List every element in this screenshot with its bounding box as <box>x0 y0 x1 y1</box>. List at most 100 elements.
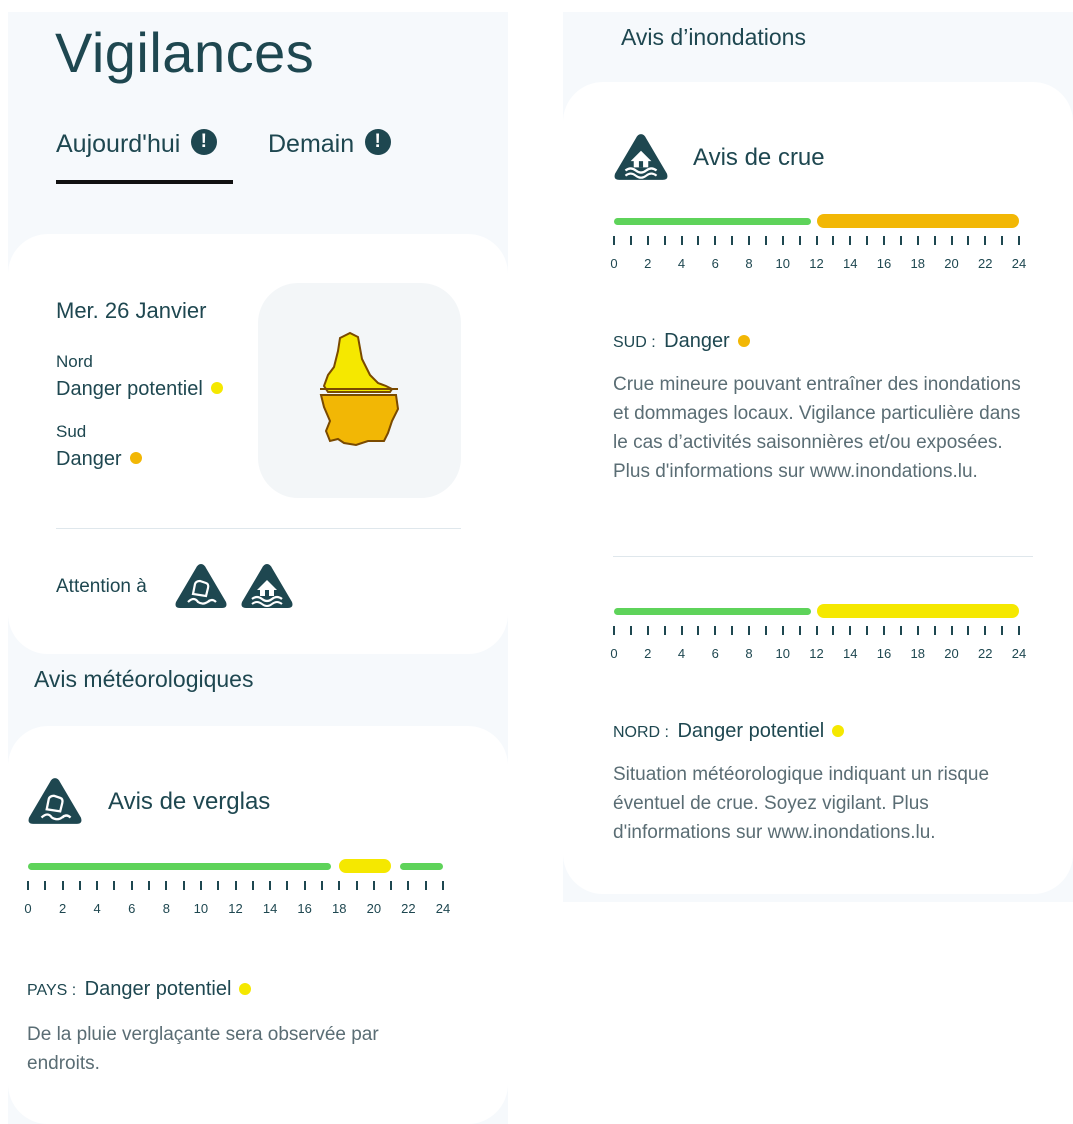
timeline-tick-label: 14 <box>843 256 858 271</box>
timeline-tick <box>96 881 99 890</box>
ice-region-label: PAYS : <box>27 982 77 999</box>
timeline-tick <box>697 626 700 635</box>
timeline-tick <box>130 881 133 890</box>
timeline-tick-label: 6 <box>711 646 719 661</box>
timeline-tick <box>629 236 632 245</box>
timeline-tick <box>613 236 615 245</box>
level-dot-north <box>210 381 223 394</box>
timeline-tick-label: 4 <box>677 256 686 271</box>
timeline-tick <box>748 626 750 635</box>
timeline-tick-label: 12 <box>809 256 824 271</box>
timeline-tick-label: 2 <box>644 256 652 271</box>
timeline-tick <box>442 881 444 890</box>
flood-south-level-row: SUD : Danger <box>613 330 750 353</box>
timeline-tick <box>933 626 936 635</box>
flood-alert-title: Avis de crue <box>693 144 825 171</box>
timeline-tick <box>950 626 953 635</box>
timeline-tick <box>849 236 852 245</box>
timeline-tick-label: 0 <box>24 901 32 916</box>
tab-today[interactable]: Aujourd'hui ! <box>56 129 217 160</box>
region-name-south: Sud <box>56 422 87 441</box>
level-dot-south <box>129 451 142 464</box>
timeline-tick-label: 18 <box>910 256 925 271</box>
timeline-tick <box>355 881 358 890</box>
timeline-tick <box>764 626 767 635</box>
timeline-tick-label: 8 <box>745 256 753 271</box>
timeline-tick <box>286 881 289 890</box>
timeline-tick <box>338 881 341 890</box>
timeline-tick <box>967 236 970 245</box>
timeline-tick-label: 2 <box>644 646 652 661</box>
alert-exclamation-icon: ! <box>364 129 391 155</box>
timeline-tick <box>866 236 869 245</box>
timeline-tick <box>424 881 427 890</box>
timeline-segment <box>399 863 443 870</box>
flood-warning-icon[interactable] <box>240 562 294 610</box>
ice-warning-icon[interactable] <box>174 562 228 610</box>
timeline-tick <box>950 236 953 245</box>
timeline-tick <box>883 236 885 245</box>
timeline-tick <box>1001 626 1004 635</box>
timeline-tick <box>832 236 835 245</box>
timeline-tick-label: 6 <box>711 256 719 271</box>
tab-tomorrow[interactable]: Demain ! <box>268 129 391 160</box>
flood-section-title: Avis d’inondations <box>621 24 806 50</box>
timeline-segment <box>28 863 331 870</box>
timeline-tick <box>883 626 885 635</box>
region-level-south-text: Danger <box>56 448 122 470</box>
timeline-tick <box>748 236 750 245</box>
timeline-tick-label: 6 <box>128 901 136 916</box>
meteo-section-title: Avis météorologiques <box>34 666 254 692</box>
timeline-tick <box>781 236 784 245</box>
timeline-tick <box>646 626 649 635</box>
timeline-tick-label: 22 <box>978 256 993 271</box>
timeline-tick-label: 16 <box>297 901 312 916</box>
timeline-tick <box>613 626 615 635</box>
timeline-tick <box>27 881 29 890</box>
timeline-tick <box>407 881 410 890</box>
timeline-tick-label: 0 <box>610 646 618 661</box>
ice-alert-description: De la pluie verglaçante sera observée pa… <box>27 1024 379 1074</box>
timeline-tick <box>849 626 852 635</box>
timeline-tick <box>680 626 683 635</box>
map-north-region <box>322 331 394 393</box>
timeline-segment <box>816 604 1019 618</box>
timeline-tick <box>899 626 902 635</box>
ice-alert-title: Avis de verglas <box>108 788 271 815</box>
timeline-tick <box>815 236 818 245</box>
flood-entries-divider <box>613 556 1033 557</box>
flood-north-description: Situation météorologique indiquant un ri… <box>613 764 990 843</box>
timeline-tick <box>933 236 936 245</box>
timeline-segment <box>339 859 392 873</box>
page-title: Vigilances <box>55 21 315 84</box>
timeline-tick <box>1018 626 1020 635</box>
luxembourg-map-box[interactable] <box>258 283 461 498</box>
timeline-tick-label: 24 <box>435 901 451 916</box>
summary-date: Mer. 26 Janvier <box>56 298 207 323</box>
timeline-tick <box>61 881 64 890</box>
timeline-tick-label: 18 <box>332 901 347 916</box>
timeline-tick <box>182 881 185 890</box>
timeline-tick <box>781 626 784 635</box>
region-name-north: Nord <box>56 352 93 371</box>
timeline-tick <box>251 881 254 890</box>
timeline-tick <box>798 236 801 245</box>
timeline-tick <box>899 236 902 245</box>
timeline-tick <box>663 236 666 245</box>
region-level-south: Danger <box>56 448 142 471</box>
timeline-tick-label: 0 <box>610 256 618 271</box>
timeline-tick-label: 12 <box>809 646 824 661</box>
timeline-tick <box>148 881 151 890</box>
timeline-tick <box>113 881 116 890</box>
timeline-tick-label: 14 <box>843 646 858 661</box>
timeline-tick <box>44 881 47 890</box>
timeline-tick-label: 22 <box>401 901 416 916</box>
timeline-tick <box>714 626 717 635</box>
flood-south-level-dot <box>737 334 750 347</box>
timeline-tick <box>390 881 393 890</box>
timeline-tick-label: 20 <box>366 901 382 916</box>
timeline-tick-label: 8 <box>162 901 170 916</box>
timeline-tick <box>1001 236 1004 245</box>
timeline-tick <box>303 881 306 890</box>
timeline-tick <box>372 881 375 890</box>
